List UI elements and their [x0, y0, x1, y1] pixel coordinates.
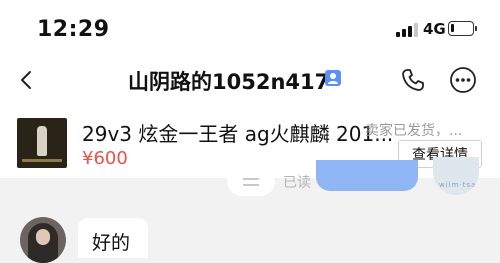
signal-icon	[396, 21, 418, 37]
my-avatar[interactable]: wilm·tsa	[433, 157, 479, 195]
status-time: 12:29	[37, 17, 110, 42]
order-status: 卖家已发货，...	[365, 123, 463, 139]
back-icon[interactable]	[18, 70, 36, 90]
phone-icon[interactable]	[400, 67, 426, 93]
product-title[interactable]: 29v3 炫金一王者 ag火麒麟 201...	[82, 118, 393, 147]
network-type: 4G	[423, 20, 446, 38]
received-message-bubble[interactable]: 好的	[78, 218, 148, 258]
received-message-text: 好的	[92, 232, 131, 254]
sent-image-icon[interactable]	[227, 166, 275, 196]
more-icon[interactable]	[449, 66, 477, 94]
seller-avatar[interactable]	[20, 217, 66, 263]
product-thumbnail[interactable]	[17, 118, 67, 168]
battery-icon	[448, 21, 477, 36]
product-price: ¥600	[82, 148, 128, 169]
read-status: 已读	[283, 175, 311, 191]
verified-user-icon	[325, 70, 341, 86]
chat-title: 山阴路的1052n417	[128, 70, 330, 94]
sent-message-bubble[interactable]	[316, 160, 418, 191]
